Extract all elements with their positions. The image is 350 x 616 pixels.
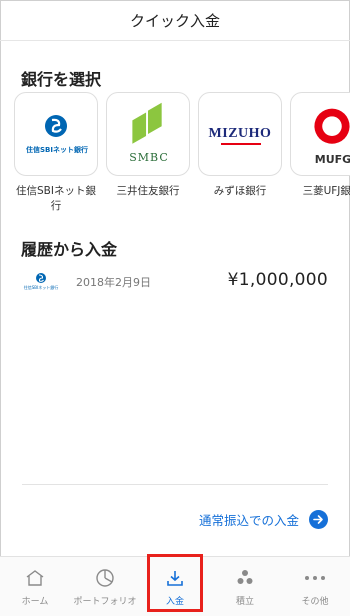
- header: クイック入金: [0, 0, 350, 40]
- bank-label-sbi: 住信SBIネット銀行: [16, 185, 96, 212]
- bank-item-smbc[interactable]: SMBC 三井住友銀行: [106, 92, 190, 199]
- bank-label-smbc: 三井住友銀行: [116, 185, 180, 197]
- tab-portfolio-label: ポートフォリオ: [73, 597, 137, 607]
- bank-card-sbi[interactable]: 住信SBIネット銀行: [14, 92, 98, 176]
- bank-card-mufg[interactable]: MUFG: [290, 92, 350, 176]
- history-date: 2018年2月9日: [76, 276, 151, 289]
- mufg-logo-text: MUFG: [314, 153, 350, 166]
- bank-item-mufg[interactable]: MUFG 三菱UFJ銀行: [290, 92, 350, 199]
- history-row[interactable]: 住信SBIネット銀行 2018年2月9日 ¥1,000,000: [0, 262, 350, 302]
- history-bank-logo-text: 住信SBIネット銀行: [23, 285, 59, 290]
- tab-bar: ホーム ポートフォリオ 入金 積立 その他: [0, 556, 350, 616]
- regular-transfer-label[interactable]: 通常振込での入金: [199, 510, 299, 529]
- bank-card-mizuho[interactable]: MIZUHO: [198, 92, 282, 176]
- page-title: クイック入金: [129, 11, 220, 30]
- mizuho-logo-text: MIZUHO: [208, 126, 272, 141]
- tab-deposit-label: 入金: [165, 597, 184, 607]
- history-divider: [22, 484, 328, 485]
- arrow-right-icon[interactable]: [309, 510, 328, 529]
- deposit-icon: [163, 567, 187, 589]
- sbi-logo-text: 住信SBIネット銀行: [26, 146, 88, 154]
- tab-home-label: ホーム: [21, 597, 49, 607]
- tab-more-label: その他: [301, 597, 329, 607]
- bank-carousel[interactable]: 住信SBIネット銀行 住信SBIネット銀行 SMBC 三井住友銀行 MIZUHO…: [0, 92, 350, 222]
- tab-savings-label: 積立: [235, 597, 254, 607]
- tab-savings[interactable]: 積立: [210, 557, 280, 616]
- header-divider: [0, 40, 350, 41]
- tab-home[interactable]: ホーム: [0, 557, 70, 616]
- tab-portfolio[interactable]: ポートフォリオ: [70, 557, 140, 616]
- mizuho-logo-underline: [221, 143, 261, 145]
- bank-card-smbc[interactable]: SMBC: [106, 92, 190, 176]
- tab-more[interactable]: その他: [280, 557, 350, 616]
- history-section-title: 履歴から入金: [21, 240, 118, 259]
- regular-transfer-link[interactable]: 通常振込での入金: [199, 510, 328, 529]
- bank-item-mizuho[interactable]: MIZUHO みずほ銀行: [198, 92, 282, 199]
- bank-label-mizuho: みずほ銀行: [213, 185, 267, 197]
- tab-deposit[interactable]: 入金: [140, 557, 210, 616]
- portfolio-icon: [93, 567, 117, 589]
- history-bank-logo: 住信SBIネット銀行: [24, 272, 58, 292]
- more-icon: [303, 567, 327, 589]
- bank-section-title: 銀行を選択: [21, 70, 102, 89]
- smbc-logo-text: SMBC: [129, 151, 169, 164]
- bank-item-sbi[interactable]: 住信SBIネット銀行 住信SBIネット銀行: [14, 92, 98, 214]
- bank-label-mufg: 三菱UFJ銀行: [302, 185, 350, 197]
- history-amount: ¥1,000,000: [227, 270, 328, 290]
- savings-icon: [233, 567, 257, 589]
- home-icon: [23, 567, 47, 589]
